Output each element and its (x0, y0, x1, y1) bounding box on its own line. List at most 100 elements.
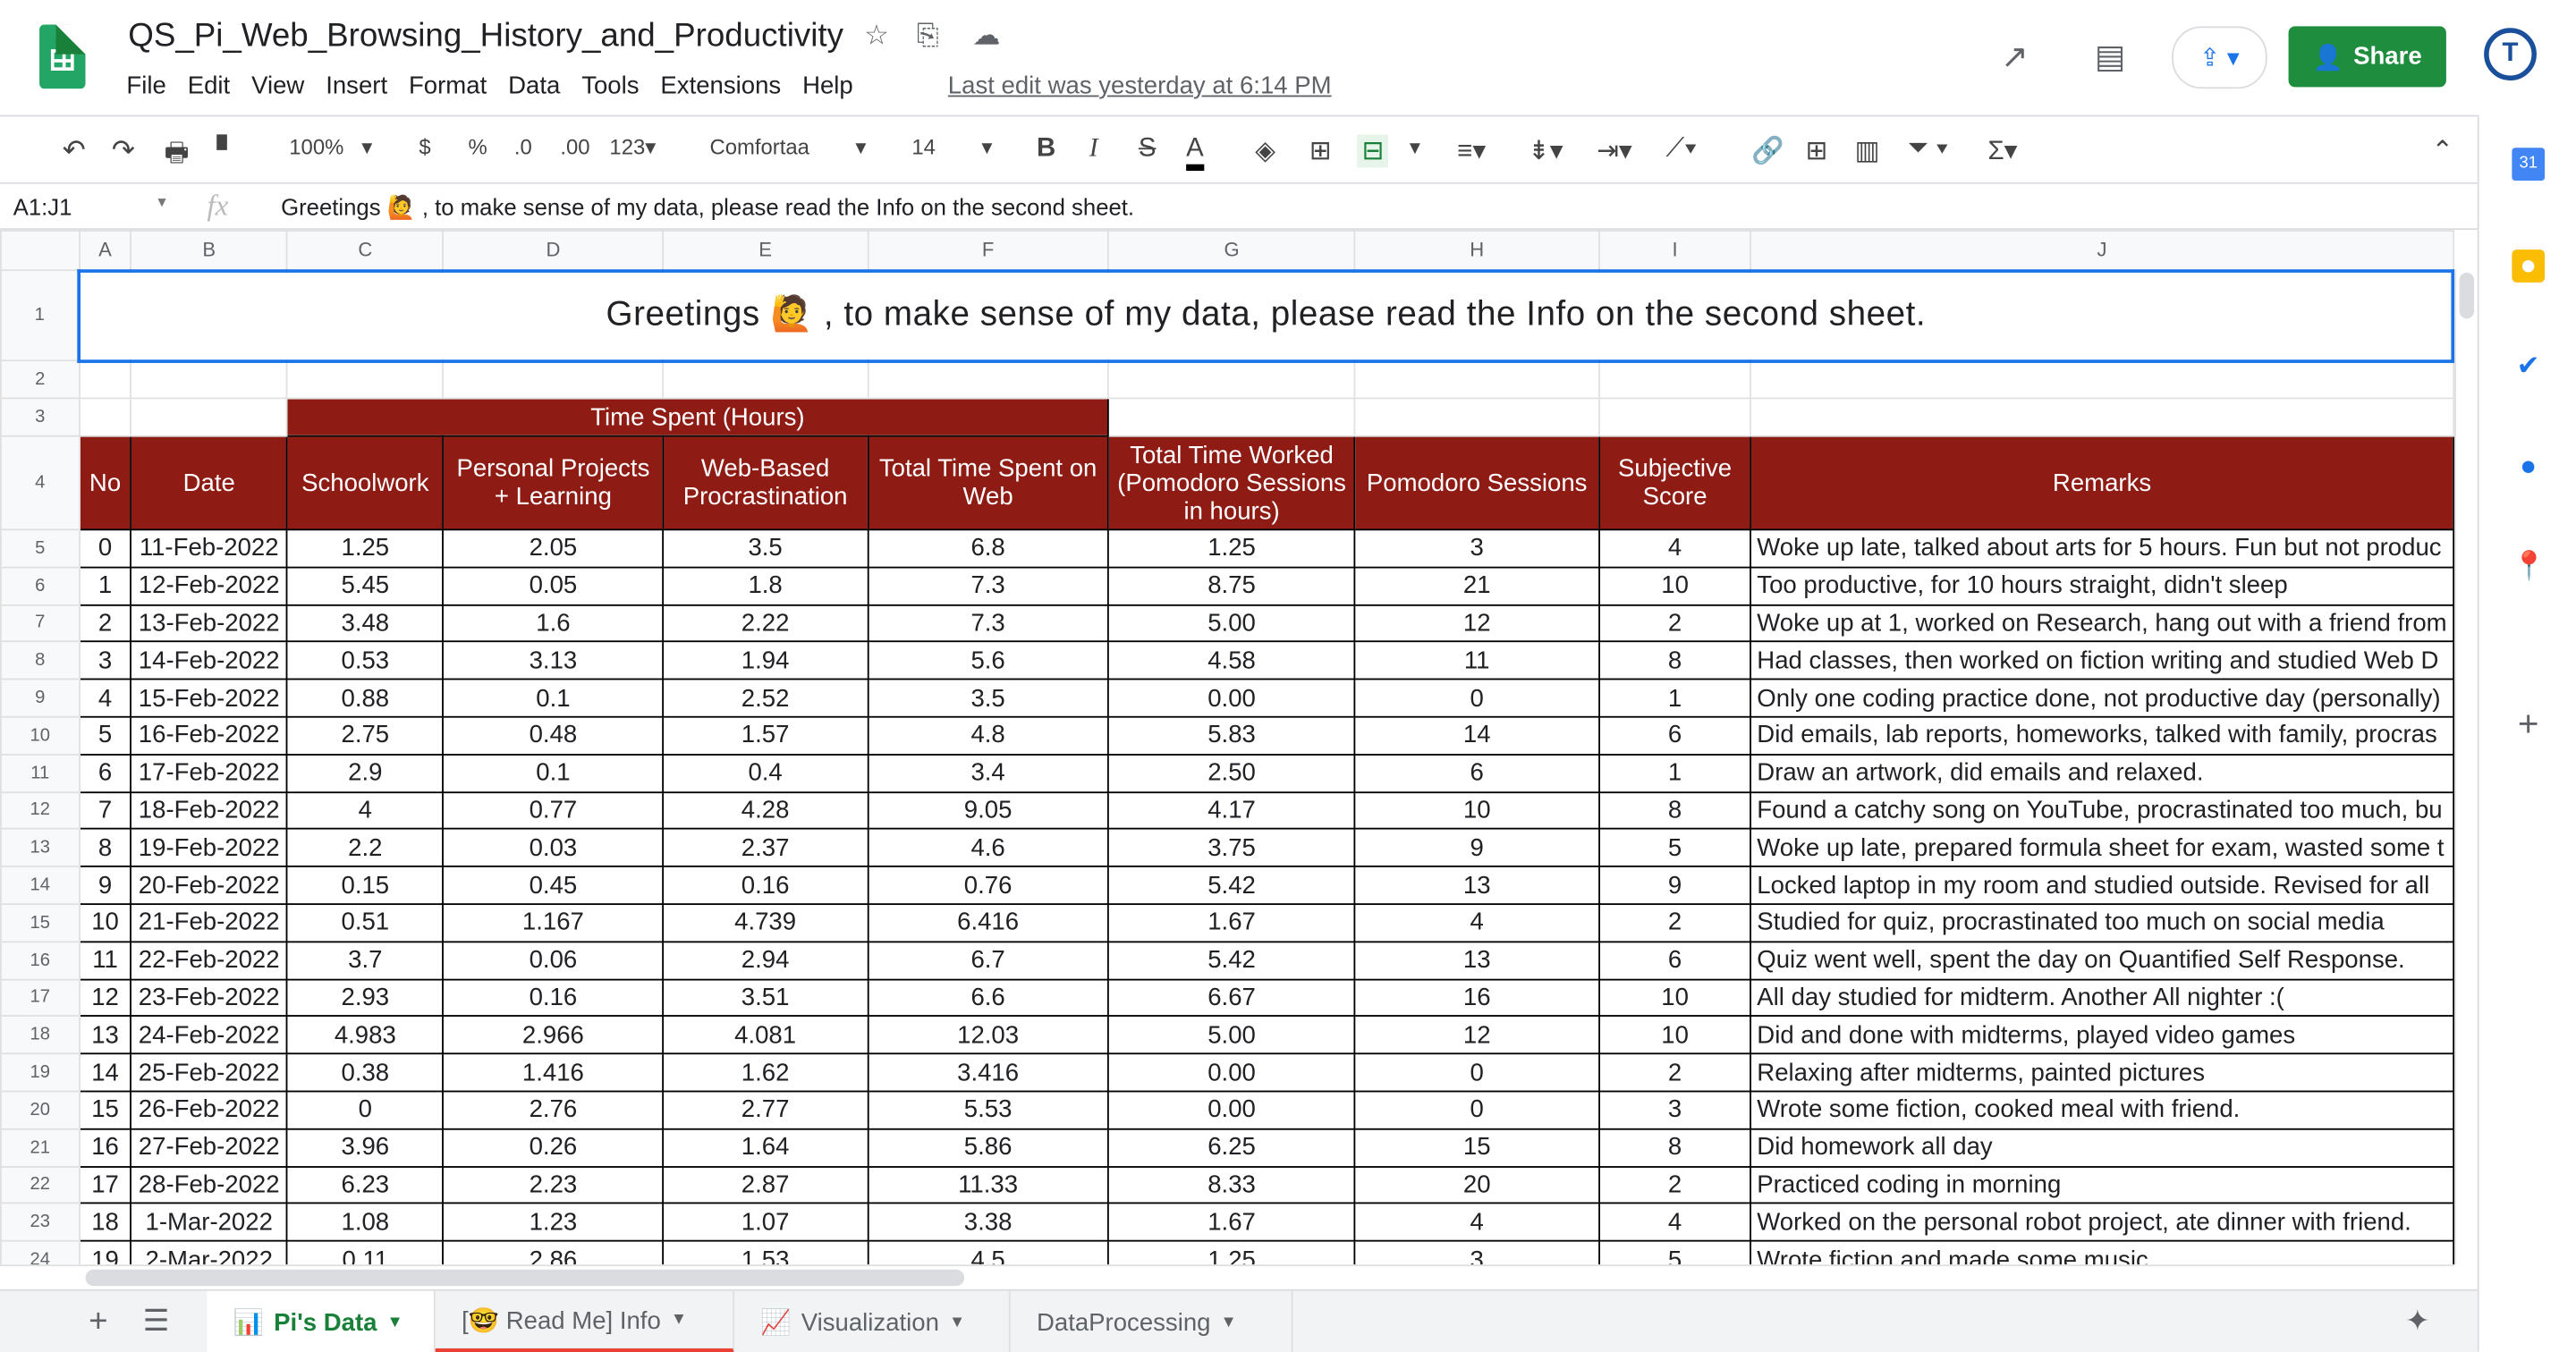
cell-total-worked[interactable]: 1.25 (1107, 528, 1357, 569)
tasks-icon[interactable]: ✔ (2512, 350, 2545, 383)
tab-read-me-info[interactable]: [🤓 Read Me] Info ▼ (435, 1290, 735, 1352)
add-sheet-icon[interactable]: + (89, 1304, 107, 1341)
cell-personal-projects[interactable]: 0.1 (442, 678, 664, 718)
empty-cell[interactable] (130, 397, 288, 437)
cell-pomodoro[interactable]: 13 (1354, 941, 1600, 980)
cell-total-worked[interactable]: 8.75 (1107, 566, 1357, 605)
column-header-h[interactable]: H (1354, 230, 1600, 272)
empty-cell[interactable] (1107, 397, 1357, 437)
cell-pomodoro[interactable]: 9 (1354, 828, 1600, 868)
cell-web-procrastination[interactable]: 4.739 (662, 903, 869, 942)
present-button[interactable]: ⇪ ▾ (2172, 26, 2267, 89)
cell-date[interactable]: 26-Feb-2022 (130, 1090, 288, 1130)
italic-button[interactable]: I (1089, 135, 1098, 165)
cell-total-web[interactable]: 3.5 (867, 678, 1109, 718)
cell-total-web[interactable]: 0.76 (867, 866, 1109, 905)
cell-schoolwork[interactable]: 4 (285, 790, 445, 831)
empty-cell[interactable] (1750, 359, 2454, 400)
row-header[interactable]: 9 (0, 678, 80, 718)
cell-score[interactable]: 4 (1597, 1203, 1752, 1242)
cell-date[interactable]: 1-Mar-2022 (130, 1203, 288, 1242)
print-icon[interactable]: 🖶 (165, 135, 190, 180)
menu-file[interactable]: File (126, 72, 165, 100)
cell-schoolwork[interactable]: 1.08 (285, 1203, 445, 1242)
cell-score[interactable]: 6 (1597, 715, 1752, 756)
empty-cell[interactable] (442, 359, 664, 400)
cell-schoolwork[interactable]: 2.2 (285, 828, 445, 868)
cell-schoolwork[interactable]: 2.9 (285, 753, 445, 793)
cell-schoolwork[interactable]: 3.96 (285, 1128, 445, 1168)
cell-personal-projects[interactable]: 1.6 (442, 604, 664, 643)
cell-total-worked[interactable]: 5.42 (1107, 941, 1357, 980)
row-header[interactable]: 8 (0, 641, 80, 680)
cell-no[interactable]: 14 (78, 1052, 132, 1093)
cell-remarks[interactable]: Woke up at 1, worked on Research, hang o… (1750, 604, 2454, 643)
cell-web-procrastination[interactable]: 1.57 (662, 715, 869, 756)
empty-cell[interactable] (78, 397, 132, 437)
cell-no[interactable]: 15 (78, 1090, 132, 1130)
cell-date[interactable]: 14-Feb-2022 (130, 641, 288, 680)
cell-schoolwork[interactable]: 0.15 (285, 866, 445, 905)
cell-score[interactable]: 1 (1597, 753, 1752, 793)
cell-remarks[interactable]: Practiced coding in morning (1750, 1165, 2454, 1204)
cell-total-worked[interactable]: 1.25 (1107, 1239, 1357, 1265)
cell-personal-projects[interactable]: 0.48 (442, 715, 664, 756)
cell-remarks[interactable]: Locked laptop in my room and studied out… (1750, 866, 2454, 905)
font-select[interactable]: Comfortaa ▾ (709, 135, 866, 161)
cell-total-web[interactable]: 5.86 (867, 1128, 1109, 1168)
explore-icon[interactable]: ✦ (2405, 1304, 2430, 1339)
cell-pomodoro[interactable]: 10 (1354, 790, 1600, 831)
row-header[interactable]: 7 (0, 604, 80, 643)
more-formats-button[interactable]: 123▾ (609, 135, 656, 161)
row-header[interactable]: 6 (0, 566, 80, 605)
bold-button[interactable]: B (1037, 135, 1055, 165)
undo-icon[interactable]: ↶ (63, 135, 86, 168)
cell-pomodoro[interactable]: 21 (1354, 566, 1600, 605)
row-header[interactable]: 3 (0, 397, 80, 437)
cell-remarks[interactable]: Did and done with midterms, played video… (1750, 1015, 2454, 1055)
cell-web-procrastination[interactable]: 1.8 (662, 566, 869, 605)
cell-pomodoro[interactable]: 3 (1354, 528, 1600, 569)
row-header[interactable]: 15 (0, 903, 80, 942)
cell-remarks[interactable]: Studied for quiz, procrastinated too muc… (1750, 903, 2454, 942)
cell-pomodoro[interactable]: 0 (1354, 678, 1600, 718)
account-avatar[interactable]: T (2484, 28, 2537, 80)
cell-total-web[interactable]: 3.416 (867, 1052, 1109, 1093)
get-addons-icon[interactable]: + (2512, 706, 2545, 741)
font-size-select[interactable]: 14 ▾ (911, 135, 992, 161)
cell-total-worked[interactable]: 1.67 (1107, 1203, 1357, 1242)
cell-no[interactable]: 2 (78, 604, 132, 643)
cell-pomodoro[interactable]: 6 (1354, 753, 1600, 793)
increase-decimal-button[interactable]: .00 (560, 135, 589, 160)
empty-cell[interactable] (1597, 359, 1752, 400)
cell-total-web[interactable]: 11.33 (867, 1165, 1109, 1204)
cell-personal-projects[interactable]: 0.1 (442, 753, 664, 793)
vertical-scroll-thumb[interactable] (2459, 272, 2475, 319)
cell-total-web[interactable]: 5.53 (867, 1090, 1109, 1130)
cloud-saved-icon[interactable]: ☁ (972, 20, 1000, 53)
menu-data[interactable]: Data (508, 72, 560, 100)
cell-personal-projects[interactable]: 2.966 (442, 1015, 664, 1055)
empty-cell[interactable] (1750, 397, 2454, 437)
text-color-button[interactable]: A (1186, 135, 1204, 172)
tab-visualization[interactable]: 📈 Visualization ▼ (734, 1290, 1011, 1352)
cell-personal-projects[interactable]: 0.06 (442, 941, 664, 980)
column-header-a[interactable]: A (78, 230, 132, 272)
cell-web-procrastination[interactable]: 4.081 (662, 1015, 869, 1055)
cell-total-worked[interactable]: 0.00 (1107, 1052, 1357, 1093)
cell-web-procrastination[interactable]: 2.37 (662, 828, 869, 868)
vertical-scrollbar[interactable] (2454, 269, 2479, 1265)
cell-remarks[interactable]: Had classes, then worked on fiction writ… (1750, 641, 2454, 680)
cell-total-worked[interactable]: 5.00 (1107, 1015, 1357, 1055)
cell-schoolwork[interactable]: 0.11 (285, 1239, 445, 1265)
cell-no[interactable]: 11 (78, 941, 132, 980)
cell-score[interactable]: 8 (1597, 641, 1752, 680)
cell-personal-projects[interactable]: 0.16 (442, 977, 664, 1018)
cell-personal-projects[interactable]: 0.45 (442, 866, 664, 905)
time-spent-group-header[interactable]: Time Spent (Hours) (285, 397, 1109, 437)
cell-score[interactable]: 8 (1597, 1128, 1752, 1168)
cell-schoolwork[interactable]: 2.93 (285, 977, 445, 1018)
cell-personal-projects[interactable]: 0.77 (442, 790, 664, 831)
keep-icon[interactable]: ● (2512, 249, 2546, 283)
cell-no[interactable]: 0 (78, 528, 132, 569)
